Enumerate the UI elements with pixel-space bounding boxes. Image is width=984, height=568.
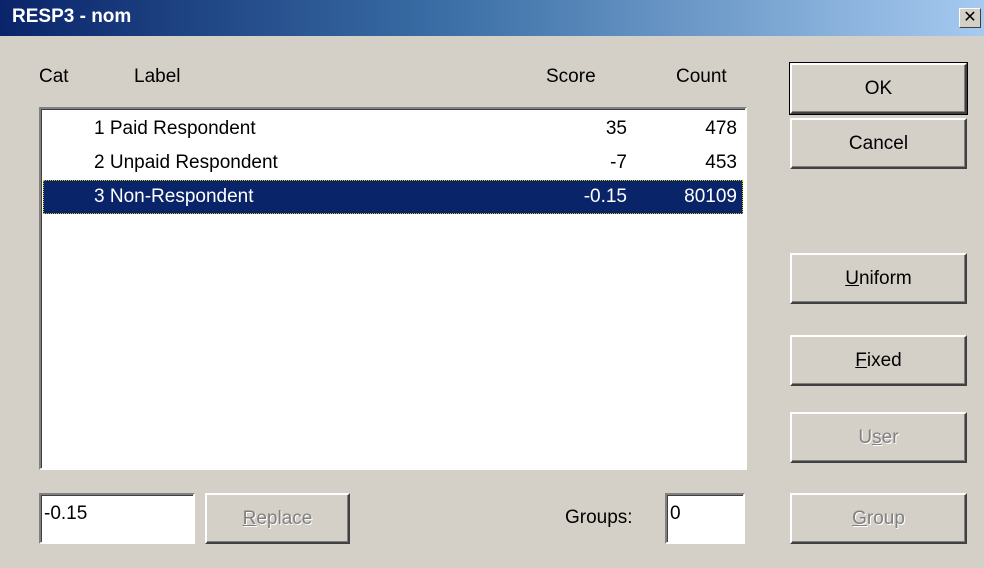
close-button[interactable]: ✕ <box>959 8 981 28</box>
groups-label: Groups: <box>565 507 633 528</box>
uniform-button[interactable]: Uniform <box>790 253 967 304</box>
groups-input[interactable]: 0 <box>665 493 745 544</box>
column-header-score: Score <box>546 66 596 87</box>
column-header-count: Count <box>676 66 727 87</box>
row-count: 478 <box>705 118 737 139</box>
row-label: 1 Paid Respondent <box>94 118 256 139</box>
row-score: -0.15 <box>583 186 627 207</box>
row-count: 453 <box>705 152 737 173</box>
title-bar: RESP3 - nom ✕ <box>0 0 984 36</box>
row-count: 80109 <box>684 186 737 207</box>
row-score: -7 <box>610 152 627 173</box>
column-header-label: Label <box>134 66 181 87</box>
row-label: 3 Non-Respondent <box>94 186 254 207</box>
column-header-cat: Cat <box>39 66 69 87</box>
fixed-button[interactable]: Fixed <box>790 335 967 386</box>
row-score: 35 <box>605 118 627 139</box>
window-title: RESP3 - nom <box>12 6 132 27</box>
ok-button[interactable]: OK <box>789 62 968 115</box>
list-item[interactable]: 2 Unpaid Respondent -7 453 <box>43 146 743 180</box>
list-item[interactable]: 1 Paid Respondent 35 478 <box>43 112 743 146</box>
user-button[interactable]: User <box>790 412 967 463</box>
list-item-selected[interactable]: 3 Non-Respondent -0.15 80109 <box>43 180 743 214</box>
close-icon: ✕ <box>963 9 977 26</box>
group-button[interactable]: Group <box>790 493 967 544</box>
row-label: 2 Unpaid Respondent <box>94 152 278 173</box>
category-list[interactable]: 1 Paid Respondent 35 478 2 Unpaid Respon… <box>39 107 747 470</box>
cancel-button[interactable]: Cancel <box>790 118 967 169</box>
replace-button[interactable]: Replace <box>205 493 350 544</box>
score-input[interactable]: -0.15 <box>39 493 195 544</box>
